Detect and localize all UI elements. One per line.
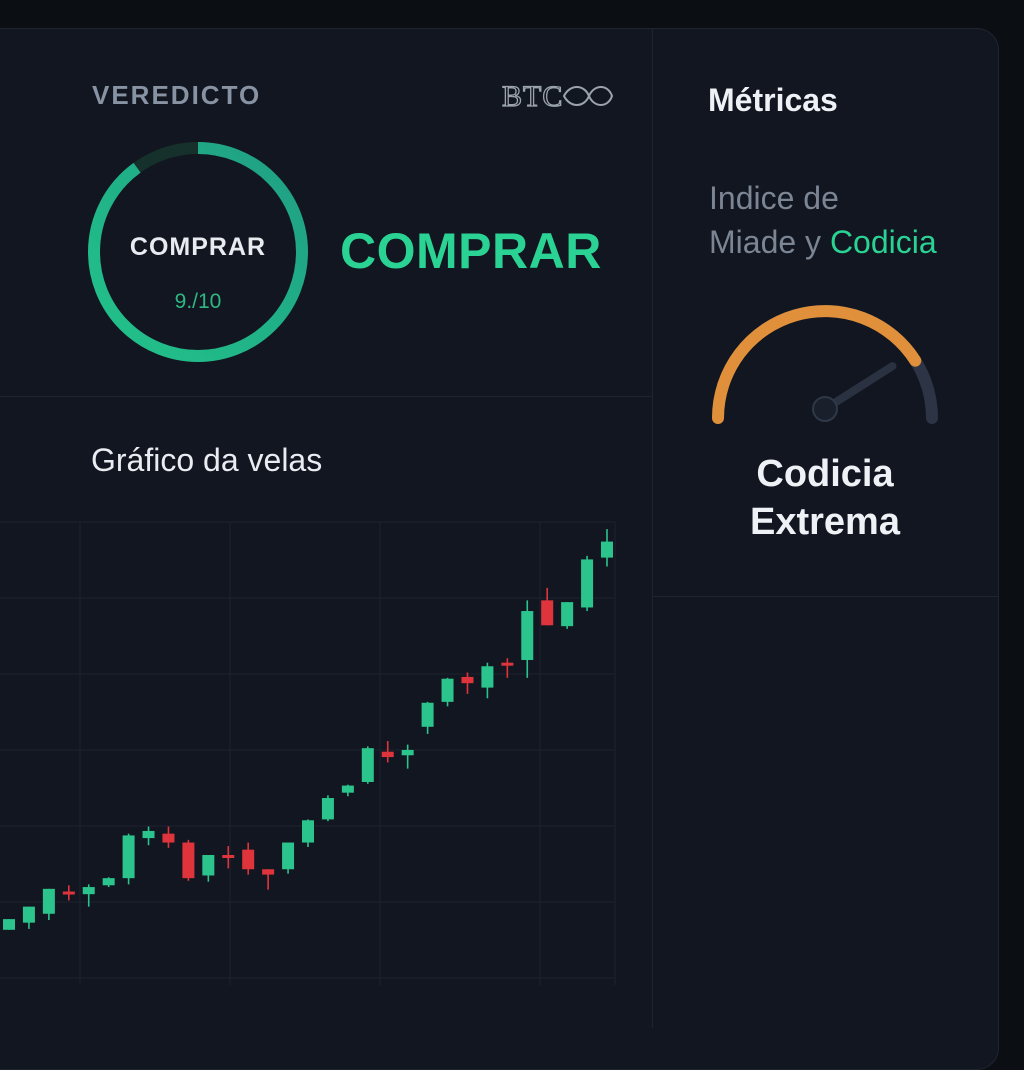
- candle-body: [501, 662, 514, 666]
- fear-greed-title-line2-b: Codicia: [829, 224, 937, 260]
- candle-body: [601, 541, 613, 558]
- candle: [3, 919, 15, 930]
- candle: [541, 587, 554, 626]
- candlestick-chart: [0, 521, 616, 985]
- candle: [361, 746, 374, 784]
- candle: [262, 869, 275, 890]
- candle-body: [341, 785, 354, 793]
- candle: [62, 885, 75, 901]
- candle-body: [122, 835, 135, 879]
- candle-body: [162, 833, 175, 843]
- verdict-label: VEREDICTO: [92, 80, 262, 110]
- candle-body: [3, 919, 15, 930]
- candle-body: [202, 855, 215, 876]
- candle: [321, 795, 334, 822]
- candle-body: [82, 887, 95, 895]
- candle-body: [102, 878, 115, 886]
- candle: [22, 906, 35, 929]
- candle: [222, 846, 235, 869]
- candle-body: [541, 600, 554, 626]
- candle: [82, 884, 95, 907]
- candle: [581, 555, 594, 612]
- section-divider-right: [653, 596, 998, 597]
- candle: [282, 842, 295, 874]
- candle-body: [581, 559, 594, 608]
- candle: [242, 842, 255, 875]
- fear-greed-gauge: [712, 305, 938, 424]
- candle-body: [22, 906, 35, 923]
- fear-greed-title: Indice de Miade y Codicia: [709, 176, 937, 264]
- ring-verdict-label: COMPRAR: [129, 233, 267, 261]
- candle-body: [401, 749, 414, 756]
- candle-body: [421, 702, 434, 727]
- fear-greed-title-line2-a: Miade y: [709, 224, 830, 260]
- gauge-value-line1: Codicia: [756, 453, 894, 495]
- candle-body: [282, 842, 295, 870]
- candle: [421, 701, 434, 734]
- candle: [561, 602, 574, 629]
- candle: [302, 819, 314, 847]
- candle-body: [361, 748, 374, 782]
- btc-logo-text: BTC: [502, 80, 563, 113]
- candle: [102, 877, 115, 888]
- candle-body: [302, 820, 314, 843]
- gauge-value-line2: Extrema: [750, 501, 900, 543]
- candle: [481, 662, 494, 699]
- candle-body: [321, 798, 334, 820]
- fear-greed-title-line2: Miade y Codicia: [709, 220, 937, 264]
- candle: [461, 672, 474, 694]
- candle: [601, 529, 613, 567]
- btc-logo: BTC: [502, 79, 614, 114]
- candle-body: [262, 869, 275, 875]
- candle: [42, 888, 55, 921]
- candle: [341, 784, 354, 797]
- candle: [142, 826, 155, 846]
- candle: [162, 826, 175, 848]
- candle-body: [222, 855, 235, 859]
- verdict-headline: COMPRAR: [340, 223, 602, 279]
- candle-body: [62, 891, 75, 895]
- candle: [441, 677, 454, 707]
- candle-body: [561, 602, 574, 627]
- candle-body: [481, 666, 494, 688]
- gauge-hub: [812, 396, 838, 422]
- candle-body: [242, 849, 255, 870]
- candle-body: [381, 751, 394, 758]
- candle: [501, 658, 514, 678]
- candle-body: [441, 678, 454, 702]
- chart-title: Gráfico da velas: [91, 442, 323, 478]
- candle-body: [142, 830, 155, 839]
- section-divider-left: [0, 396, 652, 397]
- candle: [381, 741, 394, 763]
- candle: [182, 839, 195, 881]
- candle-body: [461, 676, 474, 684]
- column-divider: [652, 28, 653, 1028]
- gauge-value: Codicia Extrema: [700, 450, 950, 546]
- fear-greed-title-line1: Indice de: [709, 180, 839, 216]
- candle: [401, 744, 414, 769]
- candle-body: [182, 842, 195, 879]
- metrics-title: Métricas: [708, 82, 838, 118]
- candle-body: [42, 888, 55, 914]
- candle-body: [521, 611, 534, 661]
- score-text: 9./10: [174, 290, 222, 313]
- candle: [202, 855, 215, 882]
- candle: [521, 600, 534, 678]
- candle: [122, 833, 135, 885]
